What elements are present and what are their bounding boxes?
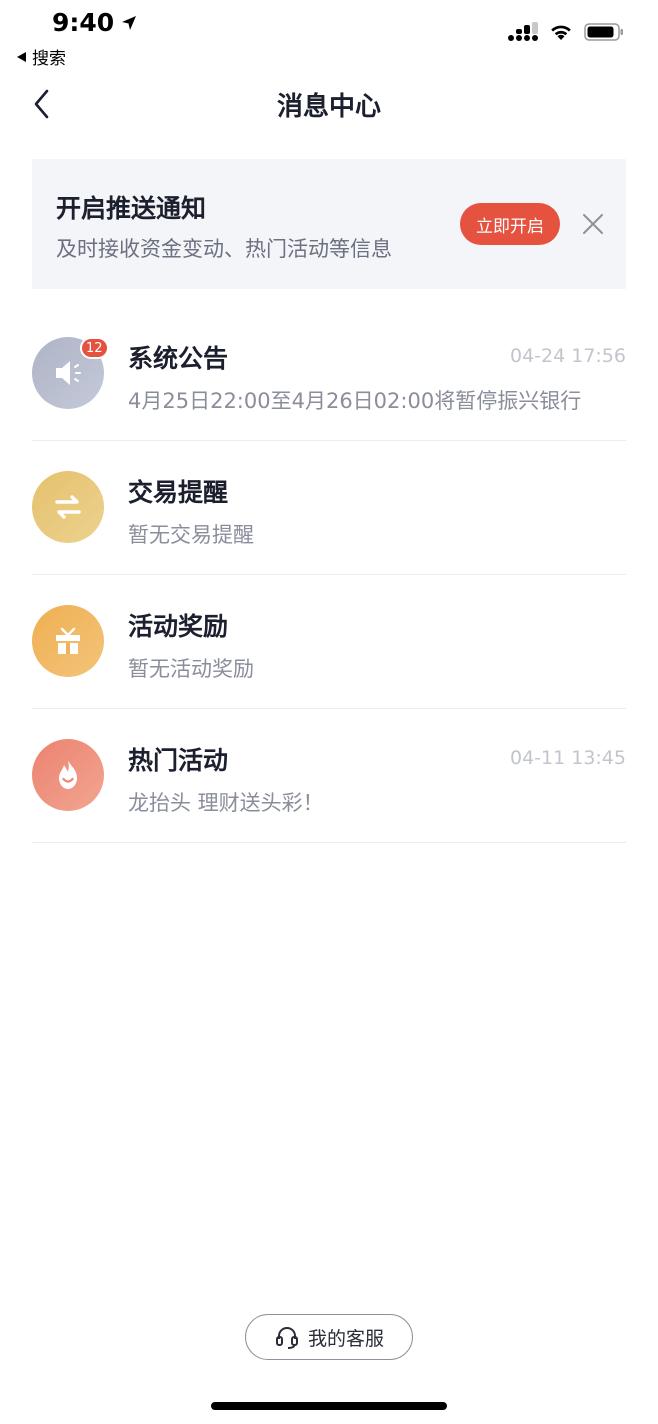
- message-preview: 4月25日22:00至4月26日02:00将暂停振兴银行: [128, 389, 582, 413]
- unread-count-badge: 12: [80, 337, 109, 359]
- message-title: 活动奖励: [128, 612, 229, 641]
- megaphone-icon: [56, 361, 81, 385]
- message-preview: 暂无交易提醒: [128, 523, 254, 547]
- push-banner-title: 开启推送通知: [56, 194, 207, 223]
- message-preview: 龙抬头 理财送头彩！: [128, 791, 324, 815]
- message-avatar: [32, 739, 104, 811]
- message-item-trade-reminder[interactable]: 交易提醒 暂无交易提醒: [32, 441, 626, 575]
- message-title: 热门活动: [128, 746, 229, 775]
- cellular-signal-icon: [508, 22, 538, 41]
- message-item-hot-events[interactable]: 热门活动 04-11 13:45 龙抬头 理财送头彩！: [32, 709, 626, 843]
- push-banner-description: 及时接收资金变动、热门活动等信息: [56, 237, 392, 261]
- close-icon: [583, 214, 603, 234]
- message-title: 交易提醒: [128, 478, 229, 507]
- message-avatar: [32, 605, 104, 677]
- message-item-activity-rewards[interactable]: 活动奖励 暂无活动奖励: [32, 575, 626, 709]
- customer-service-button[interactable]: 我的客服: [245, 1314, 413, 1360]
- status-back-to-app[interactable]: 搜索: [16, 44, 66, 69]
- customer-service-label: 我的客服: [307, 1327, 384, 1350]
- flame-icon: [59, 760, 77, 789]
- back-triangle-icon: [17, 51, 26, 62]
- close-banner-button[interactable]: [576, 207, 610, 241]
- message-preview: 暂无活动奖励: [128, 657, 254, 681]
- status-bar: 9:40 搜索: [0, 0, 658, 70]
- status-back-label: 搜索: [32, 49, 66, 69]
- status-time-group: 9:40: [52, 8, 138, 37]
- headset-icon: [275, 1327, 298, 1349]
- message-title: 系统公告: [128, 344, 229, 373]
- message-time: 04-24 17:56: [509, 345, 626, 367]
- enable-push-button[interactable]: 立即开启: [460, 203, 560, 245]
- location-arrow-icon: [122, 15, 137, 30]
- exchange-arrows-icon: [55, 495, 81, 519]
- message-time: 04-11 13:45: [509, 747, 626, 769]
- status-time: 9:40: [52, 8, 115, 37]
- push-notification-banner: 开启推送通知 及时接收资金变动、热门活动等信息 立即开启: [32, 159, 626, 289]
- navigation-bar: 消息中心: [0, 72, 658, 136]
- home-indicator[interactable]: [211, 1402, 447, 1410]
- message-item-system-notice[interactable]: 12 系统公告 04-24 17:56 4月25日22:00至4月26日02:0…: [32, 307, 626, 441]
- wifi-icon: [551, 25, 571, 40]
- message-list: 12 系统公告 04-24 17:56 4月25日22:00至4月26日02:0…: [32, 307, 626, 843]
- status-indicators: [508, 22, 624, 42]
- message-avatar: [32, 471, 104, 543]
- battery-icon: [584, 23, 623, 41]
- page-title: 消息中心: [276, 92, 381, 122]
- gift-icon: [56, 627, 80, 654]
